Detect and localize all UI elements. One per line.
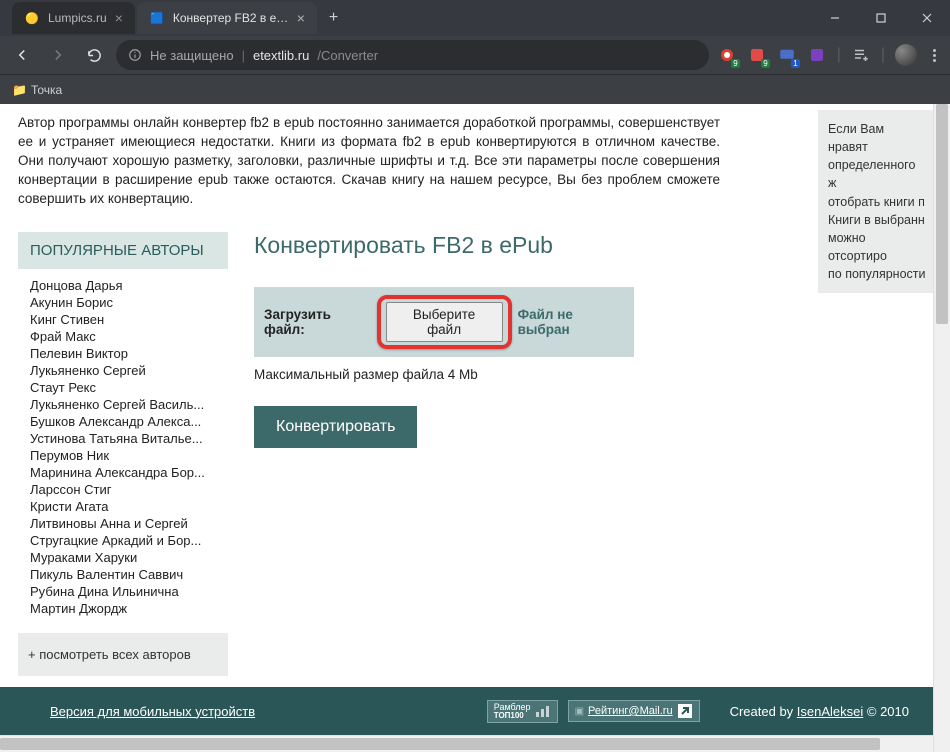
close-window-button[interactable] [904, 0, 950, 36]
tab-bar: 🟡 Lumpics.ru × 🟦 Конвертер FB2 в ePub | … [0, 0, 950, 36]
author-link[interactable]: Кинг Стивен [30, 311, 216, 328]
back-button[interactable] [8, 41, 36, 69]
mobile-version-link[interactable]: Версия для мобильных устройств [50, 704, 255, 719]
main-content: Конвертировать FB2 в ePub Загрузить файл… [254, 232, 950, 676]
horizontal-scrollbar[interactable] [0, 735, 933, 752]
size-note: Максимальный размер файла 4 Mb [254, 367, 810, 382]
address-bar: Не защищено | etextlib.ru/Converter 9 9 … [0, 36, 950, 74]
author-link[interactable]: Донцова Дарья [30, 277, 216, 294]
extension-icon[interactable]: 1 [777, 45, 797, 65]
sidebar-heading: ПОПУЛЯРНЫЕ АВТОРЫ [18, 232, 228, 269]
author-link[interactable]: Бушков Александр Алекса... [30, 413, 216, 430]
close-icon[interactable]: × [115, 10, 123, 26]
tab-title: Lumpics.ru [48, 11, 107, 25]
upload-label: Загрузить файл: [264, 307, 371, 337]
extension-icon[interactable]: 9 [717, 45, 737, 65]
author-link[interactable]: Литвиновы Анна и Сергей [30, 515, 216, 532]
new-tab-button[interactable]: + [319, 9, 348, 27]
arrow-icon [677, 703, 693, 719]
tab-title: Конвертер FB2 в ePub | FB2 to e [173, 11, 289, 25]
bookmarks-bar: 📁 Точка [0, 74, 950, 104]
minimize-button[interactable] [812, 0, 858, 36]
info-icon [128, 48, 142, 62]
profile-avatar[interactable] [895, 44, 917, 66]
bookmark-folder[interactable]: 📁 Точка [12, 83, 62, 97]
url-path: /Converter [317, 48, 378, 63]
vertical-scrollbar[interactable] [933, 104, 950, 752]
see-all-authors-button[interactable]: + посмотреть всех авторов [18, 633, 228, 676]
upload-row: Загрузить файл: Выберите файл Файл не вы… [254, 287, 634, 357]
highlight-marker: Выберите файл [377, 295, 512, 349]
author-list: Донцова Дарья Акунин Борис Кинг Стивен Ф… [18, 277, 228, 617]
maximize-button[interactable] [858, 0, 904, 36]
author-link[interactable]: Устинова Татьяна Виталье... [30, 430, 216, 447]
forward-button[interactable] [44, 41, 72, 69]
author-link[interactable]: Акунин Борис [30, 294, 216, 311]
author-link[interactable]: IsenAleksei [797, 704, 863, 719]
convert-button[interactable]: Конвертировать [254, 406, 417, 448]
no-file-label: Файл не выбран [518, 307, 624, 337]
reading-list-icon[interactable] [851, 45, 871, 65]
menu-button[interactable] [927, 49, 942, 62]
tab-lumpics[interactable]: 🟡 Lumpics.ru × [12, 2, 135, 34]
author-link[interactable]: Мураками Харуки [30, 549, 216, 566]
author-link[interactable]: Лукьяненко Сергей [30, 362, 216, 379]
extension-icons: 9 9 1 | | [717, 44, 942, 66]
url-domain: etextlib.ru [253, 48, 309, 63]
author-link[interactable]: Пикуль Валентин Саввич [30, 566, 216, 583]
aside-hint: Если Вам нравят определенного ж отобрать… [818, 110, 933, 293]
footer-credit: Created by IsenAleksei © 2010 [730, 704, 909, 719]
extension-icon[interactable] [807, 45, 827, 65]
bookmark-label: Точка [31, 83, 62, 97]
favicon-icon: 🟦 [149, 10, 165, 26]
tab-converter[interactable]: 🟦 Конвертер FB2 в ePub | FB2 to e × [137, 2, 317, 34]
reload-button[interactable] [80, 41, 108, 69]
rambler-badge[interactable]: Рамблер ТОП100 [487, 700, 558, 723]
author-link[interactable]: Маринина Александра Бор... [30, 464, 216, 481]
url-field[interactable]: Не защищено | etextlib.ru/Converter [116, 40, 709, 70]
mailru-badge[interactable]: ▣ Рейтинг@Mail.ru [568, 700, 700, 722]
author-link[interactable]: Ларссон Стиг [30, 481, 216, 498]
favicon-icon: 🟡 [24, 10, 40, 26]
author-link[interactable]: Мартин Джордж [30, 600, 216, 617]
author-link[interactable]: Кристи Агата [30, 498, 216, 515]
author-link[interactable]: Лукьяненко Сергей Василь... [30, 396, 216, 413]
author-link[interactable]: Фрай Макс [30, 328, 216, 345]
footer: Версия для мобильных устройств Рамблер Т… [0, 687, 933, 735]
author-link[interactable]: Стругацкие Аркадий и Бор... [30, 532, 216, 549]
page-title: Конвертировать FB2 в ePub [254, 232, 810, 259]
intro-paragraph: Автор программы онлайн конвертер fb2 в e… [0, 104, 720, 220]
bars-icon [535, 705, 551, 717]
author-link[interactable]: Стаут Рекс [30, 379, 216, 396]
choose-file-button[interactable]: Выберите файл [386, 302, 503, 342]
author-link[interactable]: Пелевин Виктор [30, 345, 216, 362]
security-label: Не защищено [150, 48, 234, 63]
extension-icon[interactable]: 9 [747, 45, 767, 65]
close-icon[interactable]: × [297, 10, 305, 26]
sidebar: ПОПУЛЯРНЫЕ АВТОРЫ Донцова Дарья Акунин Б… [18, 232, 228, 676]
folder-icon: 📁 [12, 83, 27, 97]
author-link[interactable]: Перумов Ник [30, 447, 216, 464]
author-link[interactable]: Рубина Дина Ильинична [30, 583, 216, 600]
